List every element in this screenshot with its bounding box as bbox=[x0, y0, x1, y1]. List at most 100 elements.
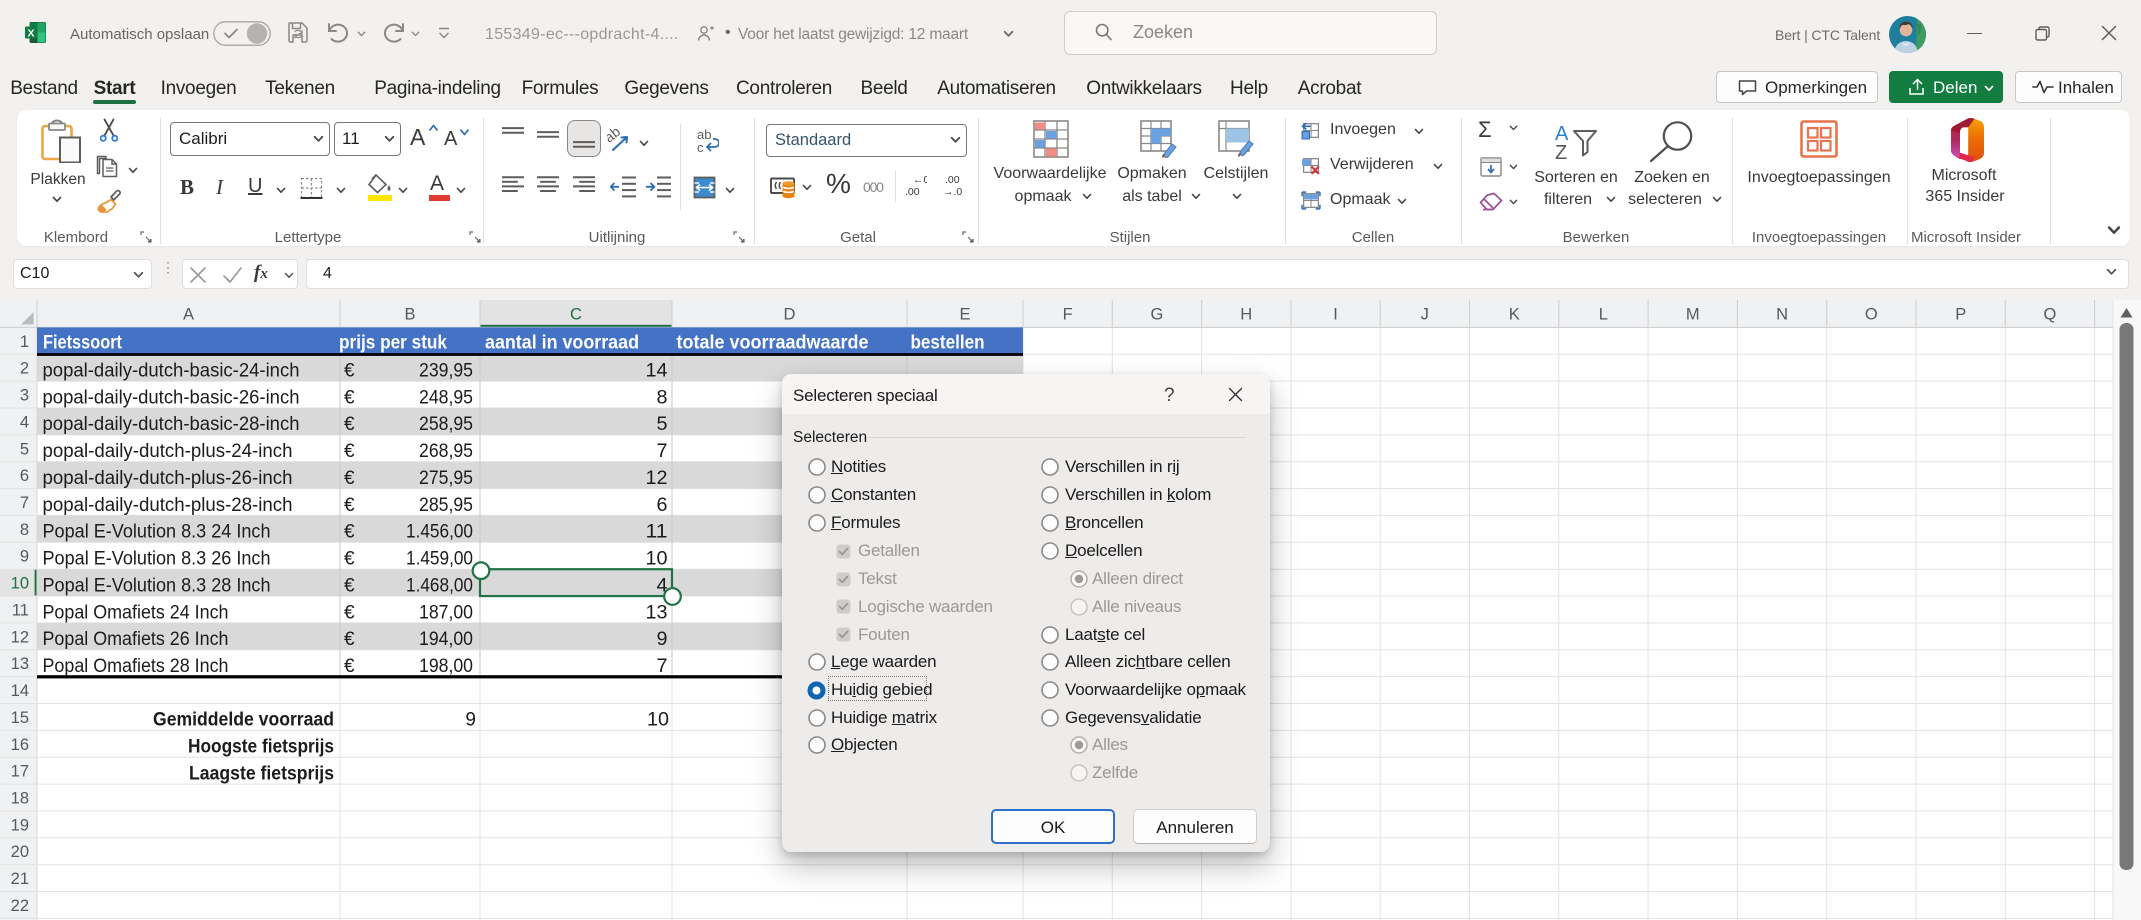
svg-text:←0: ←0 bbox=[913, 174, 927, 186]
svg-text:A: A bbox=[183, 306, 194, 324]
svg-text:popal-daily-dutch-plus-24-inch: popal-daily-dutch-plus-24-inch bbox=[43, 441, 293, 462]
svg-text:B: B bbox=[404, 306, 415, 324]
svg-text:aantal in voorraad: aantal in voorraad bbox=[485, 333, 639, 354]
svg-text:F: F bbox=[1063, 306, 1073, 324]
svg-text:L: L bbox=[1599, 306, 1608, 324]
svg-text:9: 9 bbox=[657, 629, 668, 650]
svg-text:20: 20 bbox=[11, 843, 29, 861]
svg-text:22: 22 bbox=[11, 897, 29, 915]
svg-text:Gemiddelde voorraad: Gemiddelde voorraad bbox=[153, 710, 334, 731]
svg-text:popal-daily-dutch-basic-26-inc: popal-daily-dutch-basic-26-inch bbox=[43, 387, 300, 408]
svg-text:17: 17 bbox=[11, 763, 29, 781]
svg-text:15: 15 bbox=[11, 709, 29, 727]
svg-text:€: € bbox=[344, 441, 355, 462]
svg-text:11: 11 bbox=[646, 522, 668, 543]
svg-text:194,00: 194,00 bbox=[419, 629, 473, 650]
svg-text:275,95: 275,95 bbox=[419, 468, 473, 489]
svg-text:Hoogste fietsprijs: Hoogste fietsprijs bbox=[188, 737, 334, 758]
svg-text:14: 14 bbox=[646, 361, 668, 382]
svg-text:€: € bbox=[344, 414, 355, 435]
svg-text:€: € bbox=[344, 602, 355, 623]
svg-text:M: M bbox=[1686, 306, 1700, 324]
svg-text:N: N bbox=[1776, 306, 1788, 324]
svg-text:198,00: 198,00 bbox=[419, 656, 473, 677]
svg-text:9: 9 bbox=[465, 710, 476, 731]
svg-text:187,00: 187,00 bbox=[419, 602, 473, 623]
svg-text:popal-daily-dutch-plus-28-inch: popal-daily-dutch-plus-28-inch bbox=[43, 495, 293, 516]
svg-text:258,95: 258,95 bbox=[419, 414, 473, 435]
svg-text:16: 16 bbox=[11, 736, 29, 754]
svg-text:€: € bbox=[344, 387, 355, 408]
svg-text:19: 19 bbox=[11, 816, 29, 834]
svg-text:popal-daily-dutch-basic-24-inc: popal-daily-dutch-basic-24-inch bbox=[43, 361, 300, 382]
svg-text:Z: Z bbox=[1555, 142, 1567, 161]
svg-text:7: 7 bbox=[20, 494, 29, 512]
svg-text:18: 18 bbox=[11, 790, 29, 808]
svg-text:€: € bbox=[344, 495, 355, 516]
svg-text:5: 5 bbox=[20, 440, 29, 458]
svg-text:€: € bbox=[344, 468, 355, 489]
svg-text:E: E bbox=[959, 306, 970, 324]
svg-text:13: 13 bbox=[11, 655, 29, 673]
svg-text:Laagste fietsprijs: Laagste fietsprijs bbox=[189, 764, 334, 785]
svg-text:10: 10 bbox=[646, 549, 668, 570]
svg-text:popal-daily-dutch-basic-28-inc: popal-daily-dutch-basic-28-inch bbox=[43, 414, 300, 435]
svg-text:12: 12 bbox=[11, 628, 29, 646]
svg-text:€: € bbox=[344, 629, 355, 650]
svg-text:7: 7 bbox=[657, 656, 668, 677]
svg-text:11: 11 bbox=[12, 602, 29, 620]
svg-text:P: P bbox=[1955, 306, 1966, 324]
svg-text:3: 3 bbox=[20, 387, 29, 405]
svg-text:€: € bbox=[344, 575, 355, 596]
svg-text:239,95: 239,95 bbox=[419, 361, 473, 382]
svg-text:J: J bbox=[1421, 306, 1429, 324]
svg-text:Fietssoort: Fietssoort bbox=[43, 333, 123, 354]
svg-text:1.468,00: 1.468,00 bbox=[406, 575, 473, 596]
svg-text:€: € bbox=[344, 549, 355, 570]
svg-text:12: 12 bbox=[646, 468, 668, 489]
svg-text:10: 10 bbox=[647, 710, 669, 731]
svg-text:1: 1 bbox=[20, 333, 29, 351]
svg-text:8: 8 bbox=[657, 387, 668, 408]
svg-text:5: 5 bbox=[657, 414, 668, 435]
svg-text:1.459,00: 1.459,00 bbox=[406, 549, 473, 570]
svg-text:13: 13 bbox=[646, 602, 668, 623]
svg-text:bestellen: bestellen bbox=[911, 333, 985, 354]
svg-text:O: O bbox=[1865, 306, 1878, 324]
svg-text:Popal Omafiets 26 Inch: Popal Omafiets 26 Inch bbox=[43, 629, 229, 650]
svg-text:totale voorraadwaarde: totale voorraadwaarde bbox=[677, 333, 869, 354]
svg-text:.00: .00 bbox=[905, 186, 920, 198]
svg-text:285,95: 285,95 bbox=[419, 495, 473, 516]
svg-text:X: X bbox=[27, 28, 34, 40]
svg-text:2: 2 bbox=[20, 360, 29, 378]
svg-text:248,95: 248,95 bbox=[419, 387, 473, 408]
svg-text:1.456,00: 1.456,00 bbox=[406, 522, 473, 543]
svg-text:popal-daily-dutch-plus-26-inch: popal-daily-dutch-plus-26-inch bbox=[43, 468, 293, 489]
svg-text:€: € bbox=[344, 656, 355, 677]
svg-text:K: K bbox=[1509, 306, 1520, 324]
svg-text:6: 6 bbox=[20, 467, 29, 485]
svg-text:Popal E-Volution 8.3 28 Inch: Popal E-Volution 8.3 28 Inch bbox=[43, 575, 271, 596]
svg-text:4: 4 bbox=[20, 413, 29, 431]
svg-text:H: H bbox=[1240, 306, 1252, 324]
svg-text:C: C bbox=[570, 306, 582, 324]
svg-text:Popal E-Volution 8.3 26 Inch: Popal E-Volution 8.3 26 Inch bbox=[43, 549, 271, 570]
svg-text:Q: Q bbox=[2043, 306, 2056, 324]
svg-text:c: c bbox=[697, 140, 704, 154]
svg-text:10: 10 bbox=[11, 575, 29, 593]
svg-text:→.0: →.0 bbox=[943, 186, 962, 198]
svg-text:21: 21 bbox=[11, 870, 29, 888]
svg-text:€: € bbox=[344, 361, 355, 382]
svg-text:Popal Omafiets 24 Inch: Popal Omafiets 24 Inch bbox=[43, 602, 229, 623]
svg-text:G: G bbox=[1150, 306, 1163, 324]
svg-text:9: 9 bbox=[20, 548, 29, 566]
svg-text:I: I bbox=[1333, 306, 1338, 324]
svg-text:Popal E-Volution 8.3 24 Inch: Popal E-Volution 8.3 24 Inch bbox=[43, 522, 271, 543]
svg-text:D: D bbox=[784, 306, 796, 324]
svg-text:prijs per stuk: prijs per stuk bbox=[339, 333, 447, 354]
svg-text:6: 6 bbox=[657, 495, 668, 516]
svg-text:€: € bbox=[344, 522, 355, 543]
svg-text:7: 7 bbox=[657, 441, 668, 462]
svg-text:268,95: 268,95 bbox=[419, 441, 473, 462]
svg-text:14: 14 bbox=[11, 682, 29, 700]
